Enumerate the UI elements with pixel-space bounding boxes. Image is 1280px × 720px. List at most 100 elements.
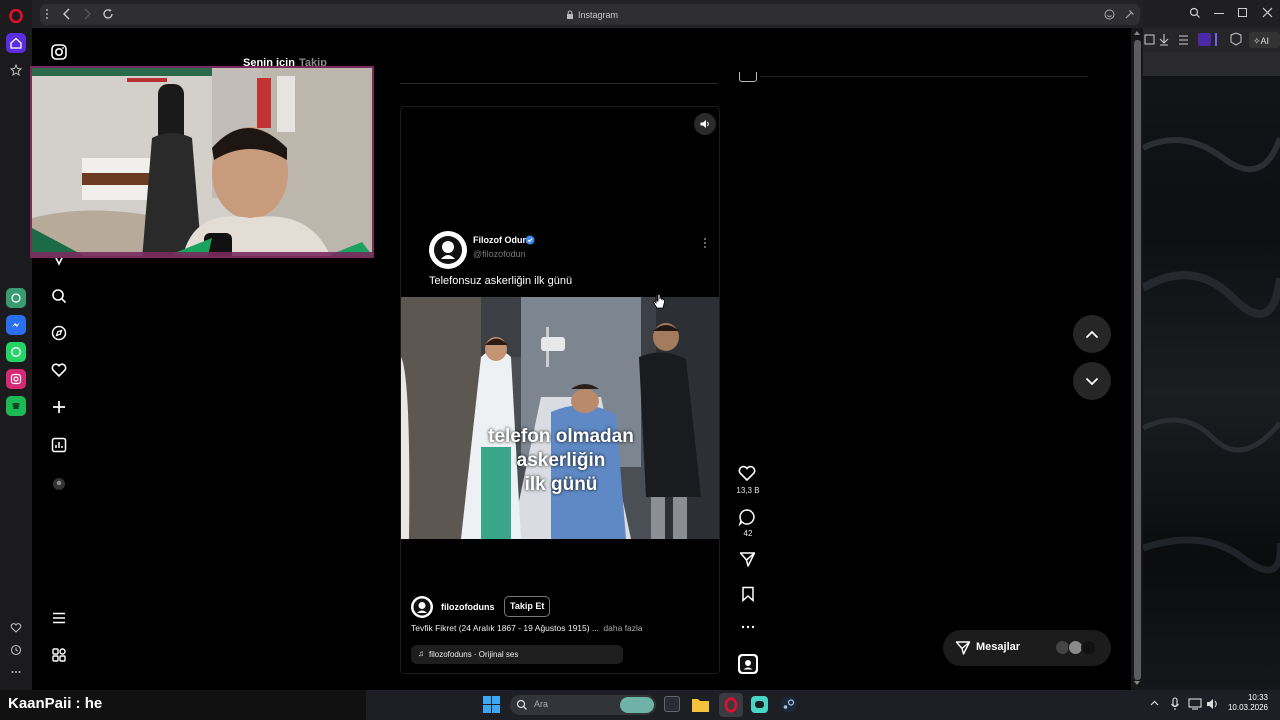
reload-icon[interactable] <box>102 8 114 20</box>
tweet-more-icon[interactable] <box>703 237 707 249</box>
steam-icon[interactable] <box>780 696 797 713</box>
video-overlay-text: telefon olmadan askerliğin ilk günü <box>401 425 719 497</box>
spotify-icon[interactable] <box>6 396 26 416</box>
comment-icon[interactable] <box>738 508 756 526</box>
microphone-icon[interactable] <box>1170 697 1180 711</box>
task-view-icon[interactable] <box>664 696 680 712</box>
tray-chevron-icon[interactable] <box>1150 700 1159 706</box>
verified-badge-icon <box>525 235 535 245</box>
pin-icon[interactable] <box>1124 9 1135 20</box>
stream-chat-strip: KaanPaii : he <box>0 690 366 720</box>
back-icon[interactable] <box>62 8 72 20</box>
heart-icon[interactable] <box>6 618 26 638</box>
opera-logo-icon[interactable] <box>6 6 26 26</box>
page-title: Instagram <box>578 10 619 20</box>
windows-start-icon[interactable] <box>483 696 500 713</box>
messages-label: Mesajlar <box>976 641 1021 653</box>
emoji-icon[interactable] <box>1104 9 1115 20</box>
scroll-up-icon[interactable] <box>1133 30 1141 36</box>
overlay-line: telefon olmadan <box>488 426 634 447</box>
scrollbar-thumb[interactable] <box>1134 40 1141 680</box>
clock-time: 10:33 <box>1247 693 1268 702</box>
overlay-line: ilk günü <box>524 474 598 495</box>
svg-text:✧AI: ✧AI <box>1253 36 1269 46</box>
opera-sidebar <box>0 0 32 690</box>
like-icon[interactable] <box>738 465 756 481</box>
send-icon <box>955 640 971 656</box>
audio-avatar-icon[interactable] <box>738 654 758 674</box>
whatsapp-icon[interactable] <box>6 342 26 362</box>
music-note-icon: ♫ <box>418 649 424 658</box>
lock-icon <box>566 10 574 19</box>
instagram-logo-icon[interactable] <box>47 40 71 64</box>
notifications-heart-icon[interactable] <box>47 358 71 382</box>
video-frame[interactable]: telefon olmadan askerliğin ilk günü <box>401 297 719 539</box>
volume-icon[interactable] <box>694 113 716 135</box>
close-icon[interactable] <box>1262 7 1273 18</box>
explore-icon[interactable] <box>47 321 71 345</box>
extension-toolbar: ✧AI <box>1143 28 1280 52</box>
network-icon[interactable] <box>1188 698 1202 710</box>
messages-button[interactable]: Mesajlar <box>943 630 1111 666</box>
hamburger-menu-icon[interactable] <box>47 606 71 630</box>
history-icon[interactable] <box>6 640 26 660</box>
clock[interactable]: 10:33 10.03.2026 <box>1226 693 1268 713</box>
create-plus-icon[interactable] <box>47 395 71 419</box>
star-icon[interactable] <box>6 60 26 80</box>
previous-reel-edge <box>400 60 718 84</box>
avatar <box>1081 640 1096 655</box>
overlay-line: askerliğin <box>516 450 606 471</box>
audio-chip[interactable]: ♫ filozofoduns · Orijinal ses <box>411 645 623 664</box>
follow-button[interactable]: Takip Et <box>504 596 551 617</box>
minimize-icon[interactable] <box>1214 13 1224 14</box>
next-reel-button[interactable] <box>1073 362 1111 400</box>
search-placeholder: Ara <box>534 699 549 709</box>
reel-more-icon[interactable] <box>741 624 755 630</box>
profile-avatar[interactable] <box>47 472 71 496</box>
scroll-down-icon[interactable] <box>1133 680 1141 686</box>
divider <box>760 76 1088 77</box>
desktop-background <box>1143 28 1280 690</box>
forward-icon[interactable] <box>82 8 92 20</box>
maximize-icon[interactable] <box>1238 8 1247 17</box>
save-bookmark-icon[interactable] <box>741 586 755 602</box>
discord-icon[interactable] <box>751 696 768 713</box>
volume-tray-icon[interactable] <box>1206 698 1220 710</box>
previous-reel-button[interactable] <box>1073 315 1111 353</box>
clock-date: 10.03.2026 <box>1227 703 1268 712</box>
also-from-meta-icon[interactable] <box>47 643 71 667</box>
author-avatar[interactable] <box>429 231 467 269</box>
audio-label: filozofoduns · Orijinal ses <box>429 650 519 659</box>
search-icon[interactable] <box>1189 7 1201 19</box>
file-explorer-icon[interactable] <box>692 697 709 712</box>
chevron-up-icon <box>1085 330 1099 338</box>
search-icon <box>516 699 527 710</box>
dashboard-icon[interactable] <box>47 433 71 457</box>
like-count: 13,3 B <box>736 486 760 495</box>
chat-message: KaanPaii : he <box>8 695 103 712</box>
menu-dots-icon[interactable] <box>44 8 50 20</box>
webcam-overlay <box>30 66 374 258</box>
chatgpt-icon[interactable] <box>6 288 26 308</box>
poster-username[interactable]: filozofoduns <box>441 602 495 612</box>
hand-cursor-icon <box>652 293 666 311</box>
instagram-app-icon[interactable] <box>6 369 26 389</box>
caption-text: Telefonsuz askerliğin ilk günü <box>429 275 573 287</box>
share-icon[interactable] <box>739 551 756 568</box>
chevron-down-icon <box>1085 377 1099 385</box>
other-window-panel <box>1143 52 1280 76</box>
reel-description: Tevfik Fikret (24 Aralık 1867 - 19 Ağust… <box>411 623 643 633</box>
audio-thumb-icon[interactable] <box>739 72 757 82</box>
search-highlight-image <box>620 697 654 713</box>
author-name[interactable]: Filozof Odun <box>473 235 528 245</box>
reel-player[interactable]: Filozof Odun @filozofodun Telefonsuz ask… <box>400 106 720 674</box>
more-icon[interactable] <box>6 662 26 682</box>
taskbar-search[interactable]: Ara <box>510 695 656 715</box>
search-nav-icon[interactable] <box>47 284 71 308</box>
more-link[interactable]: daha fazla <box>603 623 642 633</box>
opera-taskbar-icon[interactable] <box>719 693 743 717</box>
comment-count: 42 <box>743 529 753 538</box>
poster-avatar[interactable] <box>411 596 433 618</box>
home-icon[interactable] <box>6 33 26 53</box>
messenger-icon[interactable] <box>6 315 26 335</box>
